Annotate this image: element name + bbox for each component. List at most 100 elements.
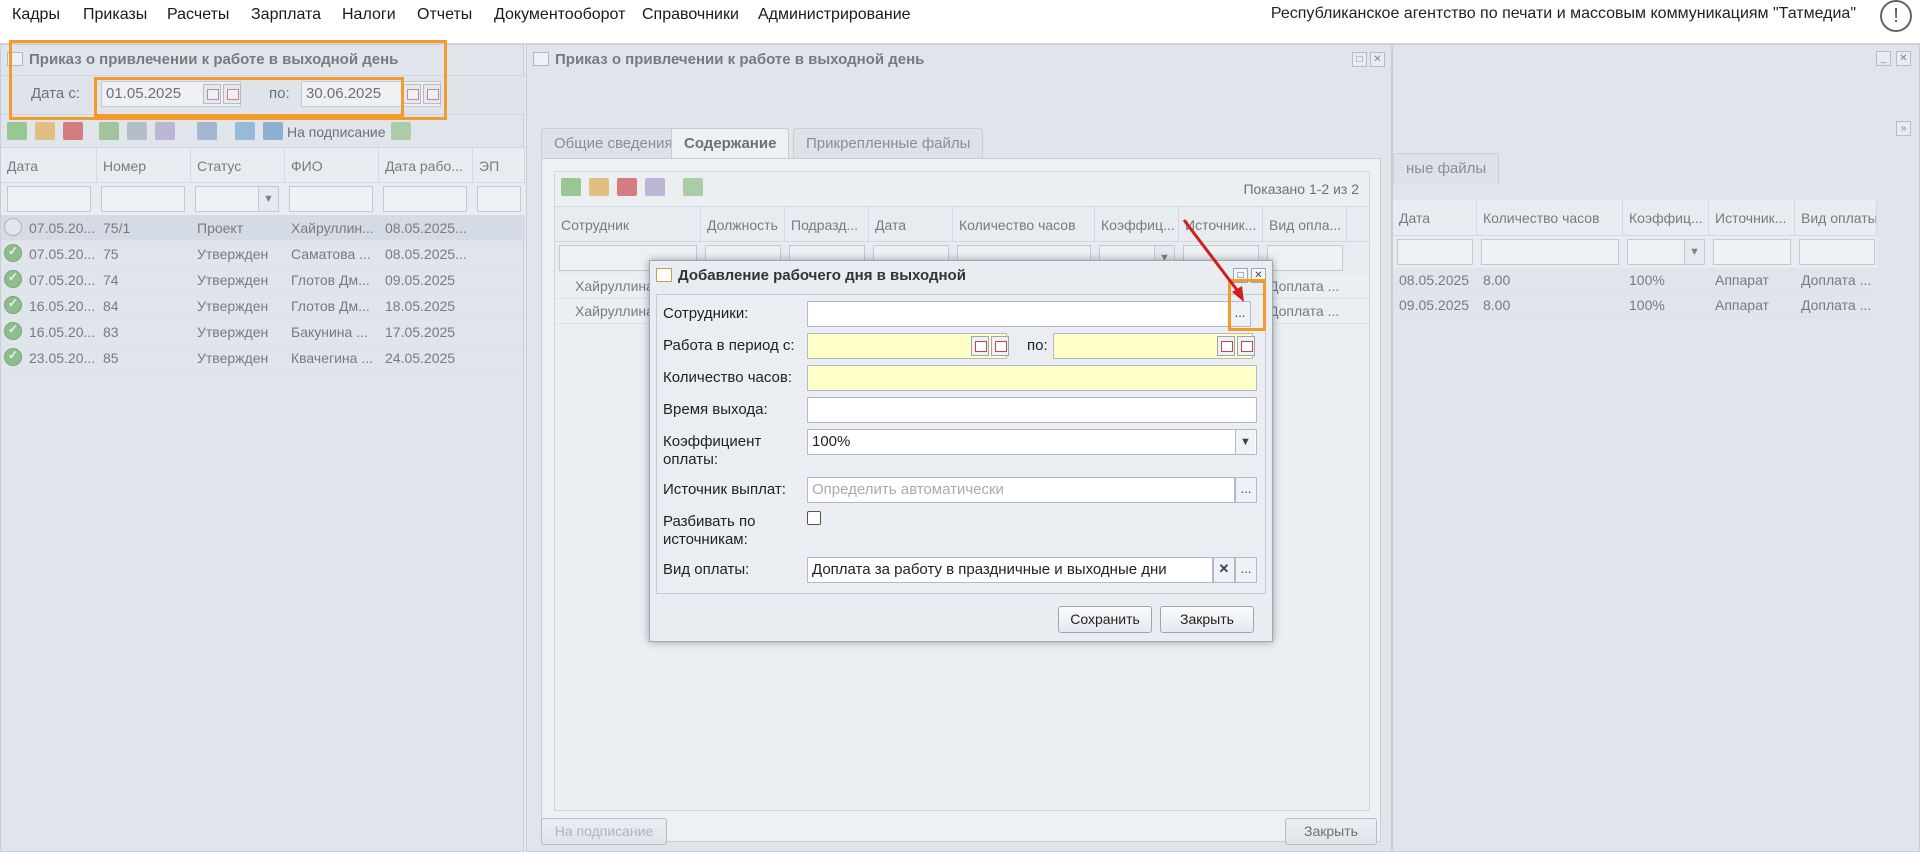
- actions-menu-icon[interactable]: [645, 178, 665, 196]
- delete-icon[interactable]: [617, 178, 637, 196]
- unapprove-icon[interactable]: [127, 122, 147, 140]
- table-row[interactable]: 23.05.20... 85 Утвержден Квачегина ... 24.05…: [1, 345, 525, 371]
- calendar-icon[interactable]: [1217, 336, 1235, 356]
- tab-general[interactable]: Общие сведения: [541, 128, 686, 158]
- column-header-number[interactable]: Номер: [97, 148, 191, 184]
- edit-icon[interactable]: [35, 122, 55, 140]
- table-row[interactable]: 09.05.2025 8.00 100% Аппарат Доплата ...: [1393, 293, 1877, 318]
- filter-fio[interactable]: [289, 186, 373, 212]
- column-header-date[interactable]: Дата: [1393, 200, 1477, 236]
- table-row[interactable]: 07.05.20... 75/1 Проект Хайруллин... 08.05.2…: [1, 215, 525, 241]
- filter-number[interactable]: [101, 186, 185, 212]
- menu-item-calculations[interactable]: Расчеты: [167, 5, 229, 25]
- exit-time-input[interactable]: [807, 397, 1257, 423]
- minimize-icon[interactable]: _: [1876, 51, 1891, 66]
- filter-date[interactable]: [7, 186, 91, 212]
- calendar-today-icon[interactable]: [423, 84, 441, 104]
- column-header-paytype[interactable]: Вид оплаты: [1795, 200, 1877, 236]
- coef-select[interactable]: 100%: [807, 429, 1257, 455]
- refresh-icon[interactable]: [391, 122, 411, 140]
- menu-item-orders[interactable]: Приказы: [83, 5, 147, 25]
- column-header-position[interactable]: Должность: [701, 207, 785, 243]
- filter-source[interactable]: [1713, 239, 1791, 265]
- calendar-icon[interactable]: [403, 84, 421, 104]
- save-button[interactable]: Сохранить: [1058, 606, 1152, 633]
- filter-ep[interactable]: [477, 186, 521, 212]
- filter-coef[interactable]: ▼: [1627, 239, 1705, 265]
- filter-hours[interactable]: [1481, 239, 1619, 265]
- calendar-icon[interactable]: [971, 336, 989, 356]
- menu-item-kadry[interactable]: Кадры: [12, 5, 60, 25]
- paytype-input[interactable]: Доплата за работу в праздничные и выходн…: [807, 557, 1213, 583]
- close-icon[interactable]: ✕: [1370, 52, 1385, 67]
- sign-button[interactable]: На подписание: [287, 123, 386, 141]
- paytype-select-button[interactable]: ...: [1235, 557, 1257, 583]
- column-header-source[interactable]: Источник...: [1709, 200, 1795, 236]
- hours-input[interactable]: [807, 365, 1257, 391]
- filter-status[interactable]: ▼: [195, 186, 279, 212]
- column-header-hours[interactable]: Количество часов: [953, 207, 1095, 243]
- clear-icon[interactable]: ✕: [1213, 557, 1235, 583]
- column-header-department[interactable]: Подразд...: [785, 207, 869, 243]
- actions-menu-icon[interactable]: [155, 122, 175, 140]
- column-header-date[interactable]: Дата: [1, 148, 97, 184]
- expand-icon[interactable]: »: [1896, 121, 1911, 136]
- table-row[interactable]: 07.05.20... 75 Утвержден Саматова ... 08.05.…: [1, 241, 525, 267]
- source-select-button[interactable]: ...: [1235, 477, 1257, 503]
- calendar-today-icon[interactable]: [1237, 336, 1255, 356]
- chevron-down-icon[interactable]: ▼: [1684, 240, 1704, 264]
- tab-attached-files[interactable]: Прикрепленные файлы: [793, 128, 984, 158]
- menu-item-administration[interactable]: Администрирование: [758, 5, 911, 25]
- approve-icon[interactable]: [99, 122, 119, 140]
- close-icon[interactable]: ✕: [1251, 268, 1266, 283]
- table-row[interactable]: 08.05.2025 8.00 100% Аппарат Доплата ...: [1393, 268, 1877, 293]
- chevron-down-icon[interactable]: ▼: [258, 187, 278, 211]
- close-button[interactable]: Закрыть: [1285, 818, 1377, 845]
- table-row[interactable]: 07.05.20... 74 Утвержден Глотов Дм... 09.05.…: [1, 267, 525, 293]
- table-row[interactable]: 16.05.20... 84 Утвержден Глотов Дм... 18.05.…: [1, 293, 525, 319]
- add-icon[interactable]: [7, 122, 27, 140]
- close-icon[interactable]: ✕: [1896, 51, 1911, 66]
- filter-date[interactable]: [1397, 239, 1473, 265]
- sign-button[interactable]: На подписание: [541, 818, 667, 845]
- calendar-today-icon[interactable]: [223, 84, 241, 104]
- split-checkbox[interactable]: [807, 511, 821, 525]
- delete-icon[interactable]: [63, 122, 83, 140]
- menu-item-docflow[interactable]: Документооборот: [494, 5, 625, 25]
- column-header-employee[interactable]: Сотрудник: [555, 207, 701, 243]
- sign-icon[interactable]: [263, 122, 283, 140]
- column-header-hours[interactable]: Количество часов: [1477, 200, 1623, 236]
- close-button[interactable]: Закрыть: [1160, 606, 1254, 633]
- add-icon[interactable]: [561, 178, 581, 196]
- menu-item-reports[interactable]: Отчеты: [417, 5, 472, 25]
- add-workday-dialog: Добавление рабочего дня в выходной □ ✕ С…: [649, 260, 1273, 642]
- column-header-coef[interactable]: Коэффиц...: [1623, 200, 1709, 236]
- column-header-date[interactable]: Дата: [869, 207, 953, 243]
- column-header-work-date[interactable]: Дата рабо...: [379, 148, 473, 184]
- chevron-down-icon[interactable]: ▼: [1235, 430, 1255, 454]
- filter-paytype[interactable]: [1799, 239, 1875, 265]
- column-header-status[interactable]: Статус: [191, 148, 285, 184]
- print-icon[interactable]: [197, 122, 217, 140]
- column-header-ep[interactable]: ЭП: [473, 148, 525, 184]
- calendar-today-icon[interactable]: [991, 336, 1009, 356]
- refresh-icon[interactable]: [683, 178, 703, 196]
- column-header-paytype[interactable]: Вид опла...: [1263, 207, 1347, 243]
- menu-item-taxes[interactable]: Налоги: [342, 5, 396, 25]
- employees-input[interactable]: [807, 301, 1231, 327]
- tab-content[interactable]: Содержание: [671, 128, 790, 158]
- menu-item-salary[interactable]: Зарплата: [251, 5, 321, 25]
- tab-attached-files[interactable]: ные файлы: [1393, 153, 1500, 183]
- maximize-icon[interactable]: □: [1352, 52, 1367, 67]
- edit-icon[interactable]: [589, 178, 609, 196]
- filter-work-date[interactable]: [383, 186, 467, 212]
- column-header-fio[interactable]: ФИО: [285, 148, 379, 184]
- export-icon[interactable]: [235, 122, 255, 140]
- source-input[interactable]: Определить автоматически: [807, 477, 1235, 503]
- calendar-icon[interactable]: [203, 84, 221, 104]
- info-icon[interactable]: !: [1880, 0, 1912, 32]
- menu-item-directories[interactable]: Справочники: [642, 5, 739, 25]
- table-row[interactable]: 16.05.20... 83 Утвержден Бакунина ... 17.05.…: [1, 319, 525, 345]
- column-header-coef[interactable]: Коэффиц...: [1095, 207, 1179, 243]
- filter-paytype[interactable]: [1267, 245, 1343, 271]
